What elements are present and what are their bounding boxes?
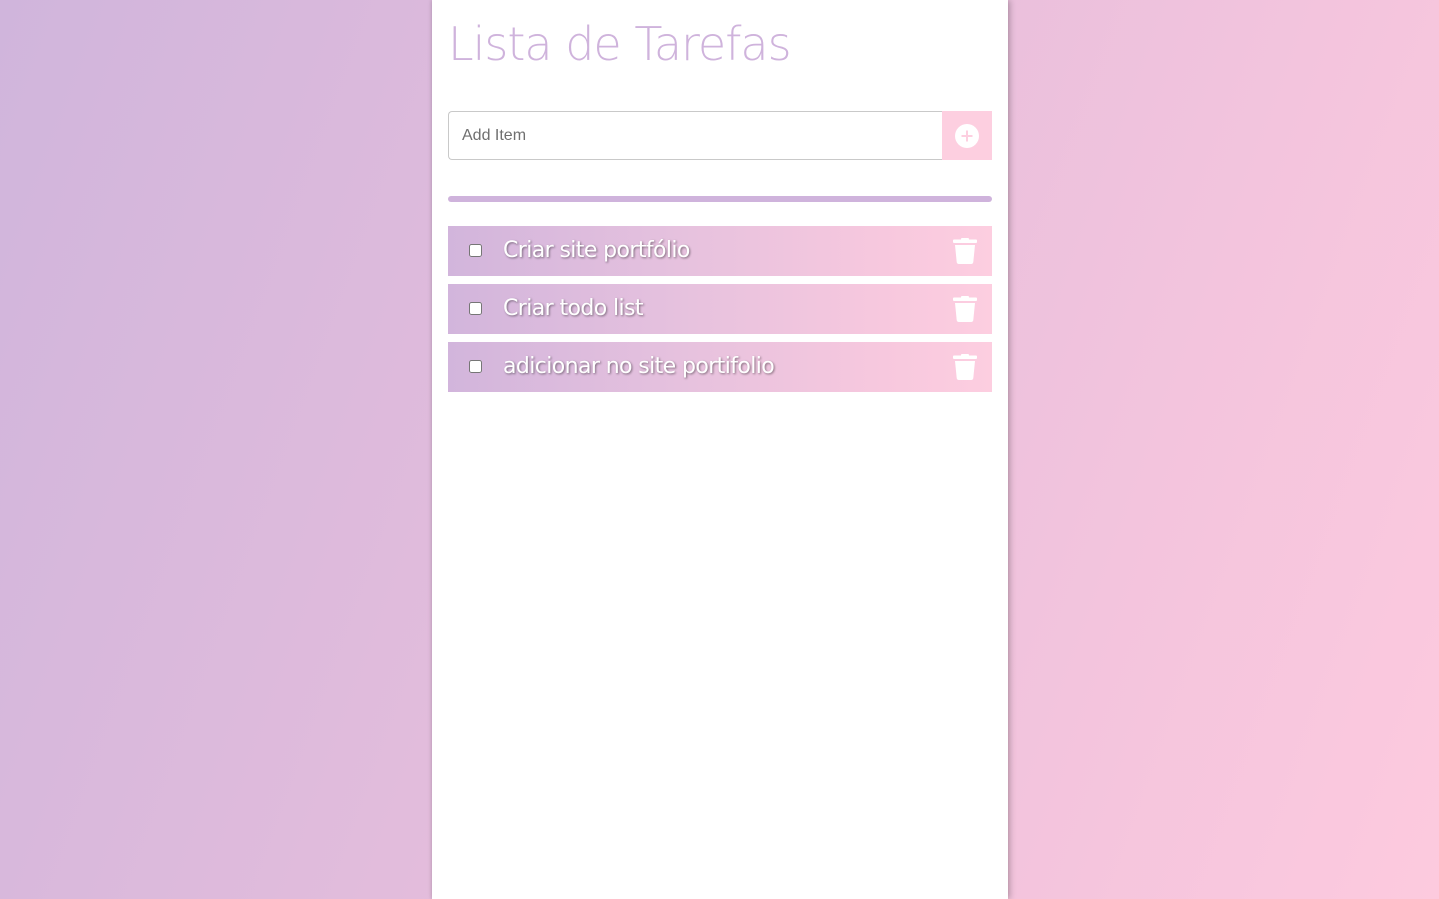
task-item: Criar site portfólio bbox=[448, 226, 992, 276]
page-title: Lista de Tarefas bbox=[448, 17, 792, 71]
task-label: Criar site portfólio bbox=[503, 238, 690, 263]
add-item-input[interactable] bbox=[448, 111, 942, 160]
task-item: Criar todo list bbox=[448, 284, 992, 334]
add-item-form bbox=[448, 111, 992, 160]
trash-icon[interactable] bbox=[953, 296, 977, 322]
task-label: adicionar no site portifolio bbox=[503, 354, 775, 379]
task-checkbox[interactable] bbox=[469, 302, 482, 315]
task-checkbox[interactable] bbox=[469, 360, 482, 373]
plus-circle-icon bbox=[955, 123, 979, 148]
trash-icon[interactable] bbox=[953, 238, 977, 264]
todo-panel: Lista de Tarefas Criar site portfólio Cr… bbox=[432, 0, 1008, 899]
task-label: Criar todo list bbox=[503, 296, 643, 321]
trash-icon[interactable] bbox=[953, 354, 977, 380]
task-item: adicionar no site portifolio bbox=[448, 342, 992, 392]
add-item-button[interactable] bbox=[942, 111, 992, 160]
divider bbox=[448, 196, 992, 202]
task-list: Criar site portfólio Criar todo list adi… bbox=[448, 226, 992, 400]
task-checkbox[interactable] bbox=[469, 244, 482, 257]
